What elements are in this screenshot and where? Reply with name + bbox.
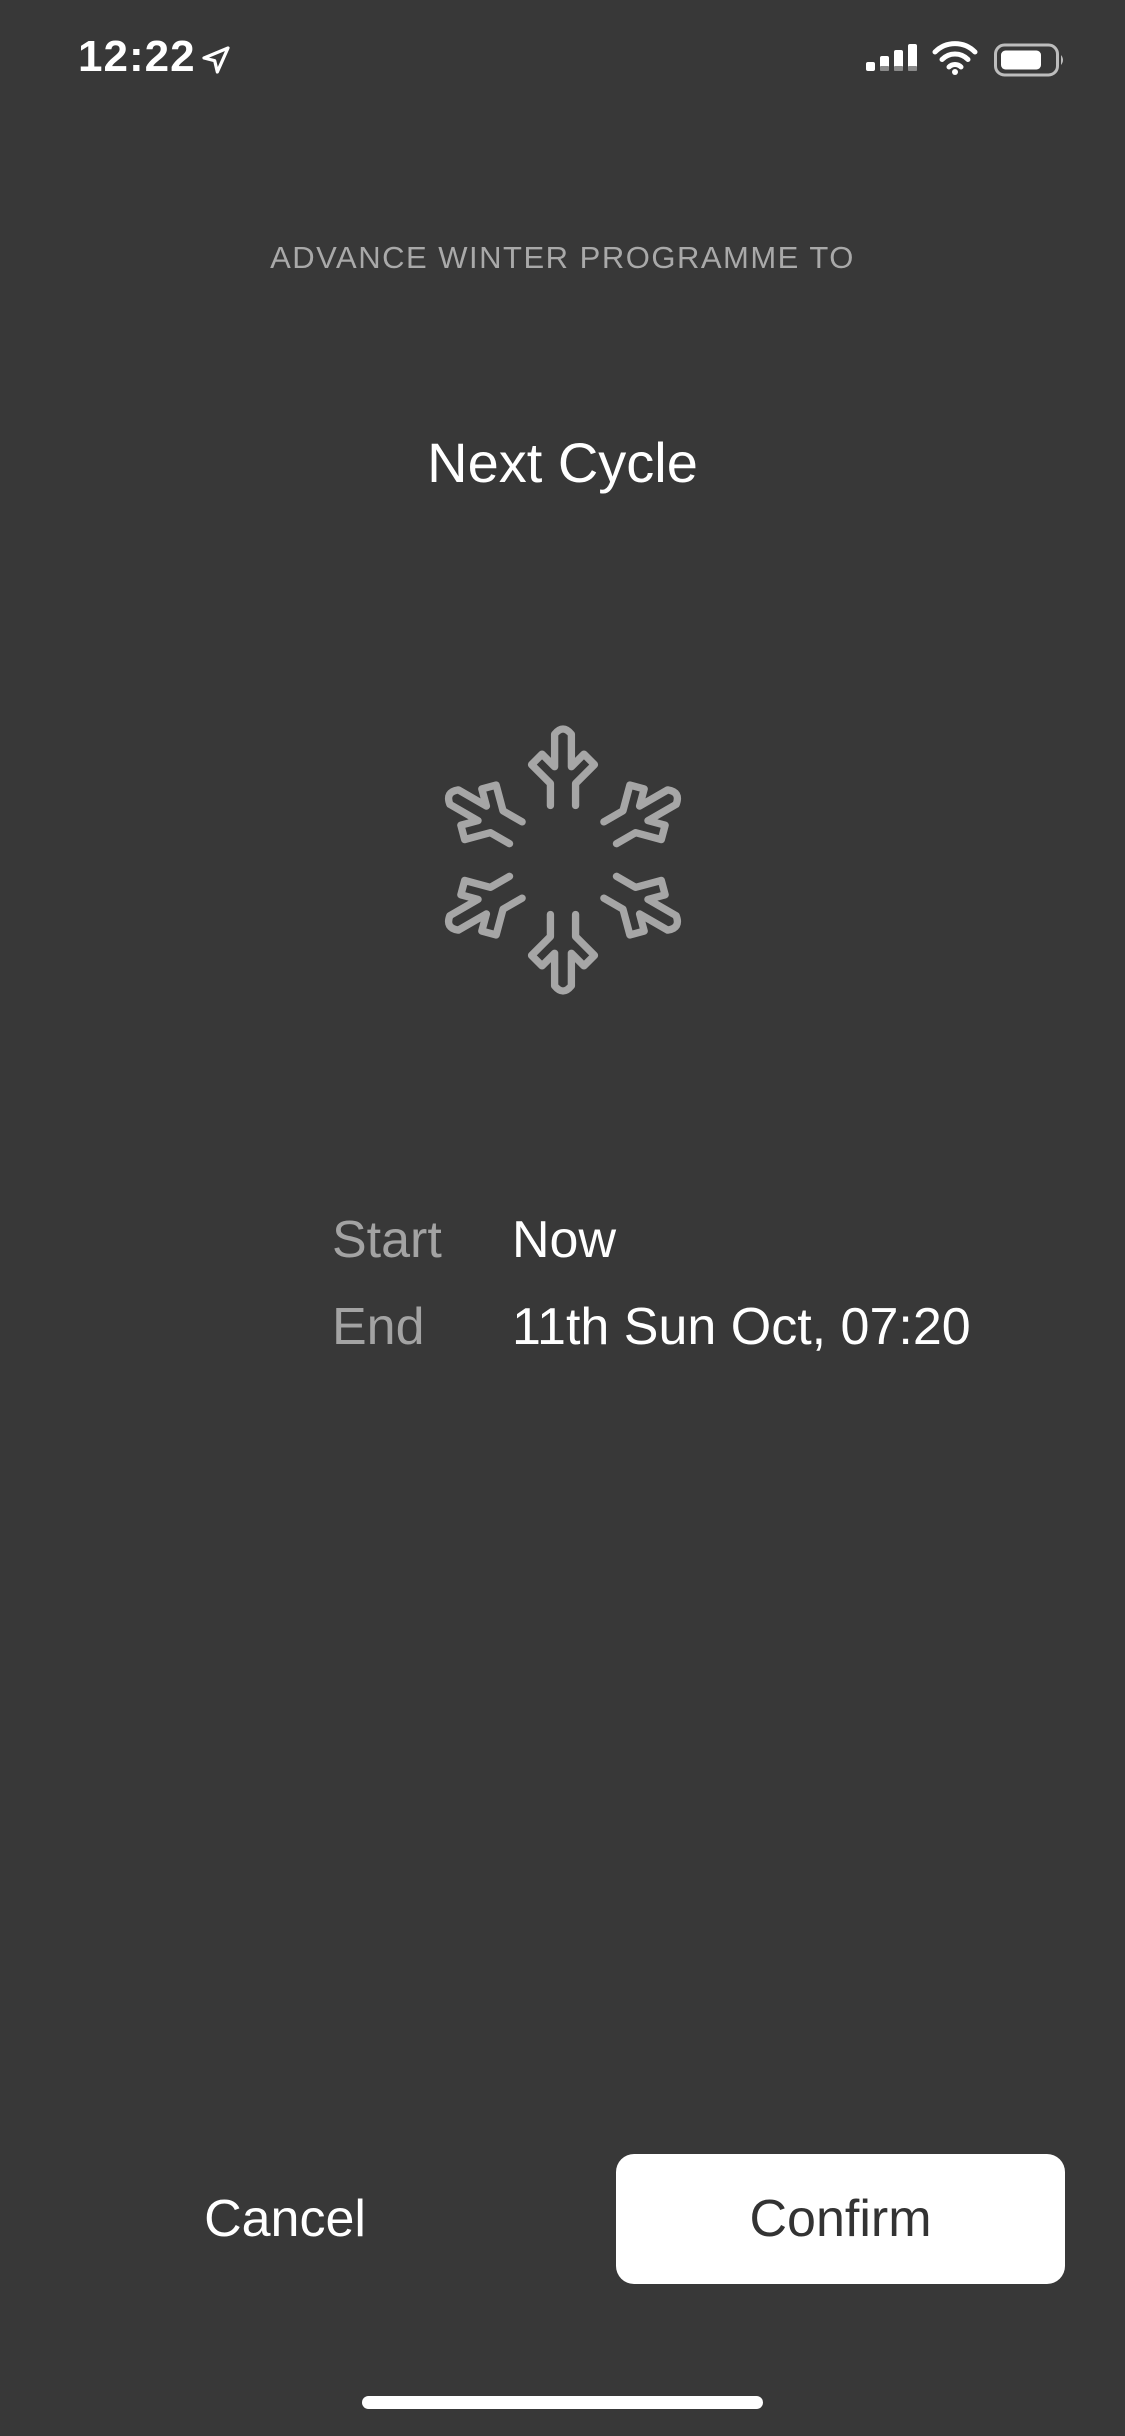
end-label: End [332, 1298, 425, 1356]
start-value: Now [512, 1211, 617, 1269]
location-arrow-icon [202, 46, 230, 74]
end-value: 11th Sun Oct, 07:20 [512, 1298, 971, 1356]
cancel-button[interactable]: Cancel [150, 2154, 420, 2284]
battery-icon [994, 43, 1063, 77]
status-time: 12:22 [78, 32, 196, 81]
confirm-button[interactable]: Confirm [616, 2154, 1065, 2284]
programme-subtitle: ADVANCE WINTER PROGRAMME TO [270, 240, 855, 275]
advance-programme-screen: 12:22 ADVANCE WINTER PROGRAMME TO Next C… [0, 0, 1125, 2436]
snowflake-icon [432, 725, 694, 1005]
cellular-signal-icon [866, 44, 917, 71]
wifi-icon [932, 41, 978, 75]
page-title: Next Cycle [427, 431, 698, 494]
home-indicator[interactable] [362, 2396, 763, 2409]
start-label: Start [332, 1211, 442, 1269]
